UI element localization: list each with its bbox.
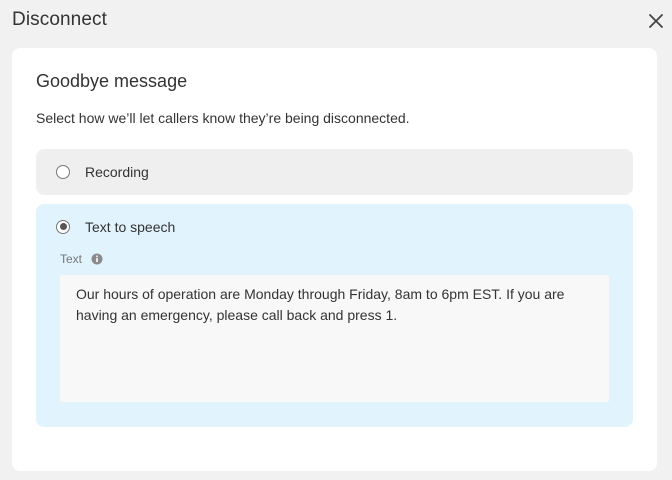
recording-radio[interactable]: [56, 164, 70, 179]
text-field-label: Text: [60, 252, 83, 266]
close-icon: [649, 14, 663, 28]
option-recording[interactable]: Recording: [36, 149, 633, 195]
info-icon[interactable]: [91, 253, 103, 265]
goodbye-message-card: Goodbye message Select how we’ll let cal…: [12, 48, 657, 471]
dialog-header: Disconnect: [0, 0, 672, 44]
option-text-to-speech-label: Text to speech: [85, 219, 176, 235]
text-to-speech-radio[interactable]: [56, 219, 70, 234]
section-description: Select how we’ll let callers know they’r…: [36, 110, 410, 126]
section-title: Goodbye message: [36, 71, 188, 91]
option-recording-label: Recording: [85, 164, 149, 180]
text-to-speech-textarea[interactable]: Our hours of operation are Monday throug…: [60, 275, 609, 402]
option-text-to-speech[interactable]: Text to speech Text Our hours of operati…: [36, 204, 633, 427]
close-button[interactable]: [646, 11, 666, 31]
dialog-title: Disconnect: [12, 9, 107, 30]
